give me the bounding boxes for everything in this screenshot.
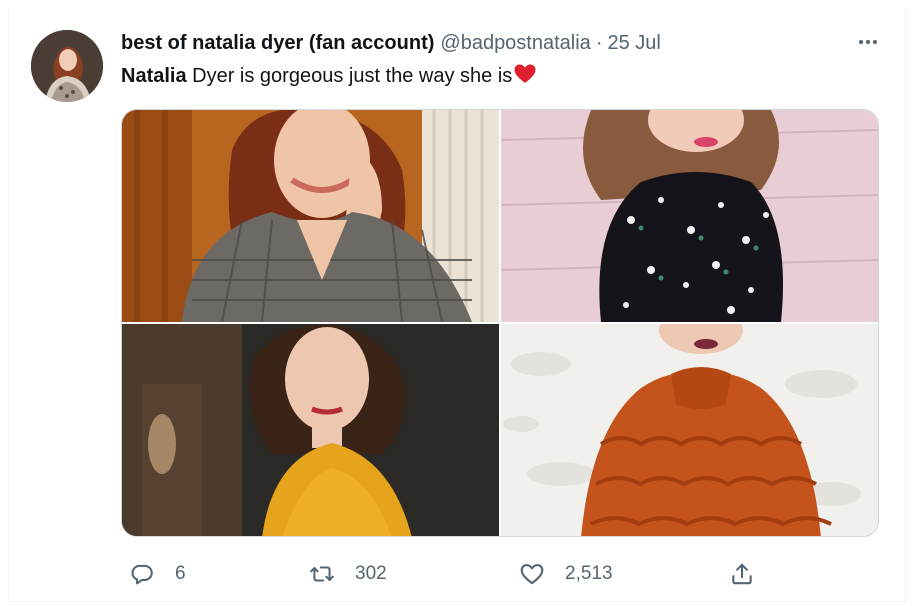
avatar-image — [31, 30, 103, 102]
more-options-button[interactable] — [853, 30, 883, 54]
separator-dot: · — [595, 31, 603, 54]
retweet-button[interactable]: 302 — [309, 558, 387, 590]
photo-floral-blouse[interactable] — [501, 110, 878, 322]
tweet-card[interactable]: best of natalia dyer (fan account) @badp… — [8, 8, 906, 602]
photo-yellow-sweater[interactable] — [122, 324, 499, 536]
author-display-name[interactable]: best of natalia dyer (fan account) — [121, 32, 434, 55]
tweet-text-body: Dyer is gorgeous just the way she is — [186, 65, 513, 87]
avatar[interactable] — [31, 30, 103, 102]
tweet-actions: 6 302 2,513 — [121, 558, 881, 590]
tweet-text-bold: Natalia — [121, 65, 187, 87]
retweet-arrows-icon — [310, 566, 334, 582]
more-dots-icon — [859, 40, 877, 44]
tweet-date[interactable]: 25 Jul — [607, 32, 660, 55]
tweet-header: best of natalia dyer (fan account) @badp… — [121, 28, 661, 58]
heart-emoji-icon — [513, 62, 537, 93]
like-button[interactable]: 2,513 — [519, 558, 613, 590]
author-handle[interactable]: @badpostnatalia — [440, 32, 590, 55]
reply-button[interactable]: 6 — [129, 558, 186, 590]
like-count: 2,513 — [565, 563, 613, 584]
photo-orange-ruffle-blouse[interactable] — [501, 324, 878, 536]
share-button[interactable] — [729, 558, 755, 590]
reply-bubble-icon — [131, 564, 153, 585]
photo-plaid-blazer[interactable] — [122, 110, 499, 322]
heart-outline-icon — [520, 564, 544, 585]
reply-count: 6 — [175, 563, 186, 584]
media-grid — [121, 109, 879, 537]
share-upload-icon — [732, 563, 752, 585]
tweet-text: Natalia Dyer is gorgeous just the way sh… — [121, 62, 537, 93]
retweet-count: 302 — [355, 563, 387, 584]
